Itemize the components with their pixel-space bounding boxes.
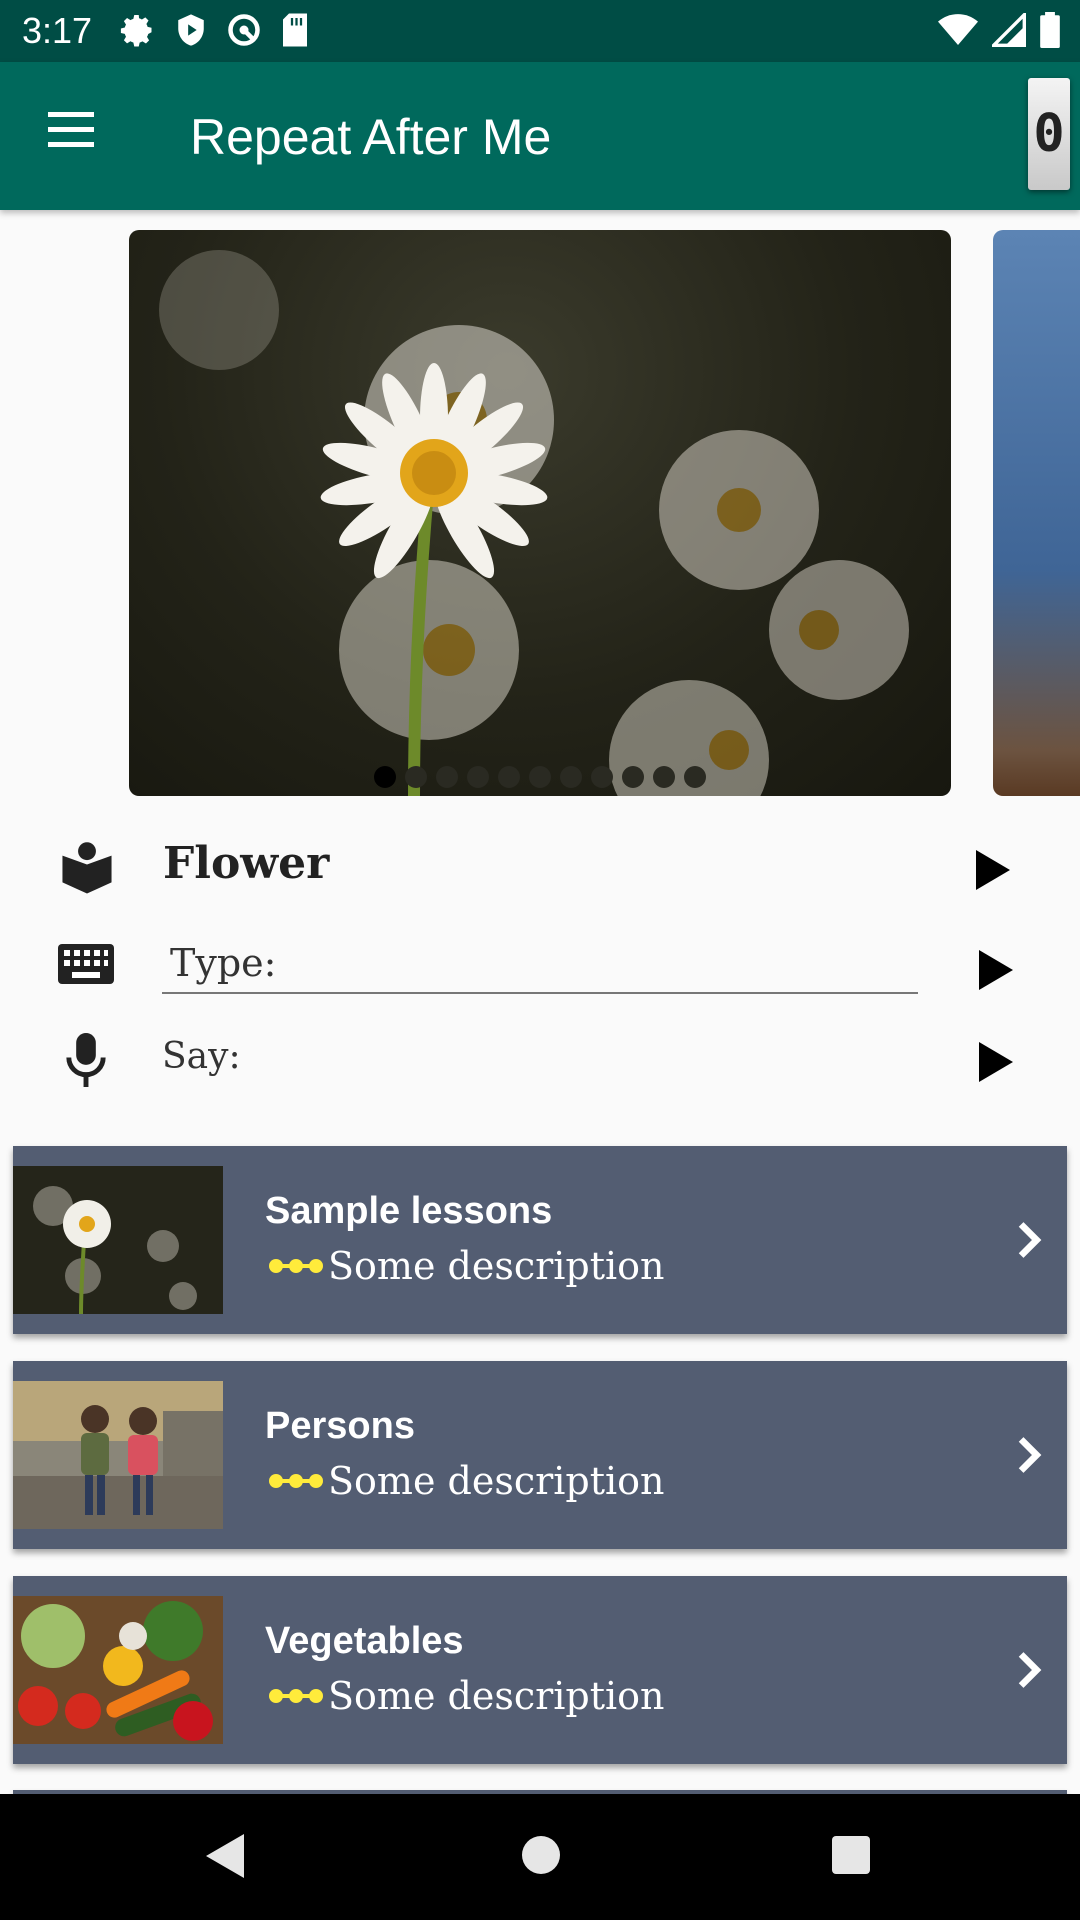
hamburger-line: [48, 127, 94, 132]
recents-button[interactable]: [832, 1836, 870, 1874]
lesson-thumbnail: [13, 1381, 223, 1529]
chevron-right-icon: [1018, 1652, 1042, 1688]
lesson-description: Some description: [268, 1459, 665, 1503]
lesson-card-persons[interactable]: Persons Some description: [13, 1361, 1067, 1549]
lesson-title: Sample lessons: [265, 1190, 553, 1232]
status-bar: 3:17: [0, 0, 1080, 62]
daisy-photo: [159, 250, 909, 796]
daisy-thumbnail: [13, 1166, 223, 1314]
system-nav-bar: [0, 1794, 1080, 1920]
carousel-dot[interactable]: [684, 766, 706, 788]
chevron-right-icon: [1018, 1222, 1042, 1258]
radar-icon: [228, 14, 260, 46]
lesson-thumbnail: [13, 1596, 223, 1744]
type-input[interactable]: [162, 934, 918, 994]
hamburger-icon: [48, 112, 94, 117]
lesson-description-text: Some description: [328, 1244, 665, 1288]
status-time: 3:17: [22, 10, 93, 51]
lesson-card-sample[interactable]: Sample lessons Some description: [13, 1146, 1067, 1334]
microphone-icon: [66, 1033, 106, 1087]
play-word-button[interactable]: [976, 850, 1010, 890]
carousel-dot[interactable]: [374, 766, 396, 788]
carousel-page-indicator: [129, 766, 951, 788]
carousel-dot[interactable]: [498, 766, 520, 788]
carousel-dot[interactable]: [653, 766, 675, 788]
lesson-description: Some description: [268, 1244, 665, 1288]
menu-button[interactable]: [42, 112, 102, 158]
say-row: Say:: [0, 1030, 1080, 1100]
vegetables-thumbnail: [13, 1596, 223, 1744]
home-button[interactable]: [522, 1836, 560, 1874]
play-type-button[interactable]: [979, 950, 1013, 990]
lesson-card-vegetables[interactable]: Vegetables Some description: [13, 1576, 1067, 1764]
carousel-dot[interactable]: [467, 766, 489, 788]
app-title: Repeat After Me: [190, 109, 552, 165]
word-label: Flower: [163, 838, 330, 889]
carousel-dot[interactable]: [405, 766, 427, 788]
progress-dots-icon: [269, 1689, 323, 1703]
gear-icon: [120, 15, 152, 47]
carousel-slide-current[interactable]: [129, 230, 951, 796]
sd-card-icon: [283, 13, 307, 47]
hamburger-line: [48, 142, 94, 147]
lesson-thumbnail: [13, 1166, 223, 1314]
carousel-dot[interactable]: [529, 766, 551, 788]
lesson-description-text: Some description: [328, 1674, 665, 1718]
lesson-title: Persons: [265, 1405, 415, 1447]
reading-book-icon: [62, 842, 112, 894]
status-icons-left: [120, 12, 310, 48]
lesson-description-text: Some description: [328, 1459, 665, 1503]
carousel-dot[interactable]: [436, 766, 458, 788]
back-button[interactable]: [206, 1834, 244, 1878]
chevron-right-icon: [1018, 1437, 1042, 1473]
carousel-dot[interactable]: [622, 766, 644, 788]
score-counter: 0: [1028, 78, 1070, 190]
image-carousel[interactable]: [0, 230, 1080, 796]
progress-dots-icon: [269, 1259, 323, 1273]
children-thumbnail: [13, 1381, 223, 1529]
signal-icon: [992, 13, 1026, 47]
carousel-dot[interactable]: [560, 766, 582, 788]
lesson-description: Some description: [268, 1674, 665, 1718]
app-bar: Repeat After Me 0: [0, 62, 1080, 210]
play-say-button[interactable]: [979, 1042, 1013, 1082]
keyboard-icon: [58, 944, 114, 984]
word-row: Flower: [0, 838, 1080, 898]
carousel-dot[interactable]: [591, 766, 613, 788]
status-icons-right: [938, 12, 1060, 48]
say-label: Say:: [162, 1036, 241, 1077]
lesson-title: Vegetables: [265, 1620, 464, 1662]
battery-icon: [1040, 12, 1060, 48]
shield-play-icon: [178, 14, 204, 46]
wifi-icon: [938, 14, 978, 45]
progress-dots-icon: [269, 1474, 323, 1488]
carousel-slide-next[interactable]: [993, 230, 1080, 796]
type-row: [0, 934, 1080, 1004]
